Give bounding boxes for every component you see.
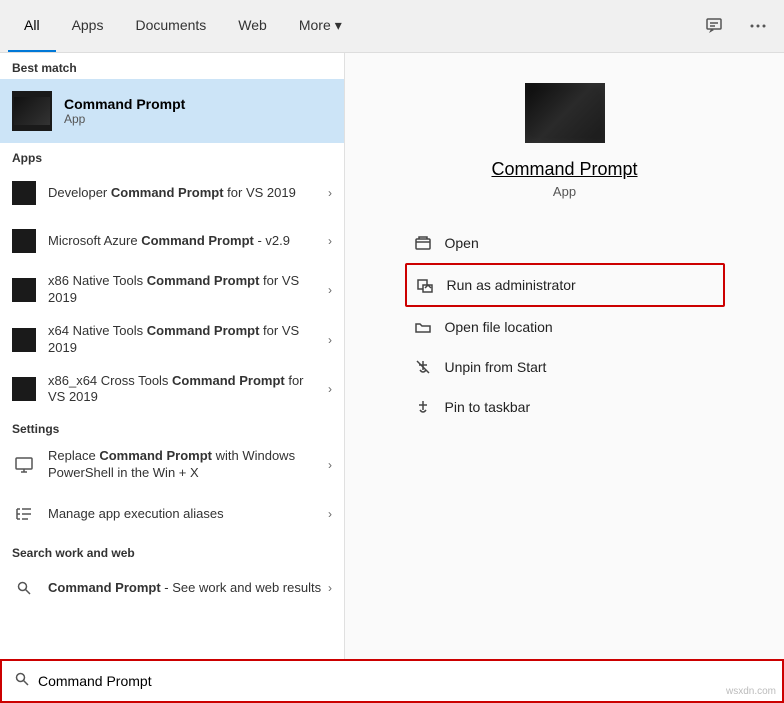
best-match-app-type: App bbox=[64, 112, 185, 126]
right-app-icon bbox=[525, 83, 605, 143]
best-match-app-info: Command Prompt App bbox=[64, 96, 185, 126]
right-app-type: App bbox=[553, 184, 576, 199]
app-icon-1 bbox=[12, 229, 36, 253]
tab-web[interactable]: Web bbox=[222, 0, 283, 52]
chevron-icon-s0: › bbox=[328, 458, 332, 472]
settings-text-1: Manage app execution aliases bbox=[48, 506, 324, 523]
list-item[interactable]: x64 Native Tools Command Prompt for VS 2… bbox=[0, 315, 344, 365]
action-run-as-admin[interactable]: Run as administrator bbox=[405, 263, 725, 307]
action-open-file-location-label: Open file location bbox=[445, 319, 553, 335]
action-unpin-start-label: Unpin from Start bbox=[445, 359, 547, 375]
tab-documents[interactable]: Documents bbox=[119, 0, 222, 52]
action-list: Open Run as administrator bbox=[405, 223, 725, 427]
settings-section-label: Settings bbox=[0, 414, 344, 440]
chevron-icon-w0: › bbox=[328, 581, 332, 595]
more-dropdown-arrow: ▾ bbox=[335, 17, 342, 34]
tab-more-label: More bbox=[299, 17, 331, 33]
settings-item-0[interactable]: Replace Command Prompt with Windows Powe… bbox=[0, 440, 344, 490]
options-button[interactable] bbox=[740, 8, 776, 44]
chevron-icon-0: › bbox=[328, 186, 332, 200]
item-text-1: Microsoft Azure Command Prompt - v2.9 bbox=[48, 233, 324, 250]
chevron-icon-1: › bbox=[328, 234, 332, 248]
tab-documents-label: Documents bbox=[135, 17, 206, 33]
list-item[interactable]: x86 Native Tools Command Prompt for VS 2… bbox=[0, 265, 344, 315]
app-icon-0 bbox=[12, 181, 36, 205]
monitor-icon bbox=[12, 453, 36, 477]
open-icon bbox=[413, 233, 433, 253]
right-panel: Command Prompt App Open bbox=[345, 53, 784, 659]
action-unpin-start[interactable]: Unpin from Start bbox=[405, 347, 725, 387]
left-panel: Best match Command Prompt App Apps Devel… bbox=[0, 53, 345, 659]
list-item[interactable]: x86_x64 Cross Tools Command Prompt for V… bbox=[0, 365, 344, 415]
action-open-label: Open bbox=[445, 235, 479, 251]
action-run-as-admin-label: Run as administrator bbox=[447, 277, 576, 293]
top-navigation: All Apps Documents Web More ▾ bbox=[0, 0, 784, 53]
item-text-2: x86 Native Tools Command Prompt for VS 2… bbox=[48, 273, 324, 307]
shield-icon bbox=[415, 275, 435, 295]
cmd-icon-graphic bbox=[14, 97, 50, 125]
app-icon-2 bbox=[12, 278, 36, 302]
action-open-file-location[interactable]: Open file location bbox=[405, 307, 725, 347]
search-web-icon bbox=[12, 576, 36, 600]
action-open[interactable]: Open bbox=[405, 223, 725, 263]
search-input[interactable] bbox=[38, 673, 770, 689]
search-bar-icon bbox=[14, 671, 30, 692]
tab-more[interactable]: More ▾ bbox=[283, 0, 358, 52]
watermark: wsxdn.com bbox=[726, 686, 776, 697]
item-text-3: x64 Native Tools Command Prompt for VS 2… bbox=[48, 323, 324, 357]
list-item[interactable]: Microsoft Azure Command Prompt - v2.9 › bbox=[0, 217, 344, 265]
main-container: Best match Command Prompt App Apps Devel… bbox=[0, 53, 784, 659]
chevron-icon-3: › bbox=[328, 333, 332, 347]
list-icon bbox=[12, 502, 36, 526]
feedback-button[interactable] bbox=[696, 8, 732, 44]
apps-section-label: Apps bbox=[0, 143, 344, 169]
tab-apps[interactable]: Apps bbox=[56, 0, 120, 52]
feedback-icon bbox=[705, 17, 723, 35]
search-web-item[interactable]: Command Prompt - See work and web result… bbox=[0, 564, 344, 612]
tab-all-label: All bbox=[24, 17, 40, 33]
item-text-0: Developer Command Prompt for VS 2019 bbox=[48, 185, 324, 202]
search-web-text: Command Prompt - See work and web result… bbox=[48, 580, 324, 597]
right-app-name: Command Prompt bbox=[491, 159, 637, 180]
action-pin-taskbar[interactable]: Pin to taskbar bbox=[405, 387, 725, 427]
tab-web-label: Web bbox=[238, 17, 267, 33]
chevron-icon-2: › bbox=[328, 283, 332, 297]
best-match-label: Best match bbox=[0, 53, 344, 79]
settings-text-0: Replace Command Prompt with Windows Powe… bbox=[48, 448, 324, 482]
unpin-icon bbox=[413, 357, 433, 377]
folder-icon bbox=[413, 317, 433, 337]
pin-icon bbox=[413, 397, 433, 417]
chevron-icon-s1: › bbox=[328, 507, 332, 521]
search-bar bbox=[0, 659, 784, 703]
app-icon-4 bbox=[12, 377, 36, 401]
action-pin-taskbar-label: Pin to taskbar bbox=[445, 399, 531, 415]
settings-item-1[interactable]: Manage app execution aliases › bbox=[0, 490, 344, 538]
best-match-item[interactable]: Command Prompt App bbox=[0, 79, 344, 143]
search-web-label: Search work and web bbox=[0, 538, 344, 564]
chevron-icon-4: › bbox=[328, 382, 332, 396]
tab-all[interactable]: All bbox=[8, 0, 56, 52]
tab-apps-label: Apps bbox=[72, 17, 104, 33]
nav-right-icons bbox=[696, 8, 776, 44]
list-item[interactable]: Developer Command Prompt for VS 2019 › bbox=[0, 169, 344, 217]
options-icon bbox=[749, 17, 767, 35]
best-match-app-name: Command Prompt bbox=[64, 96, 185, 112]
item-text-4: x86_x64 Cross Tools Command Prompt for V… bbox=[48, 373, 324, 407]
app-icon-3 bbox=[12, 328, 36, 352]
best-match-app-icon bbox=[12, 91, 52, 131]
